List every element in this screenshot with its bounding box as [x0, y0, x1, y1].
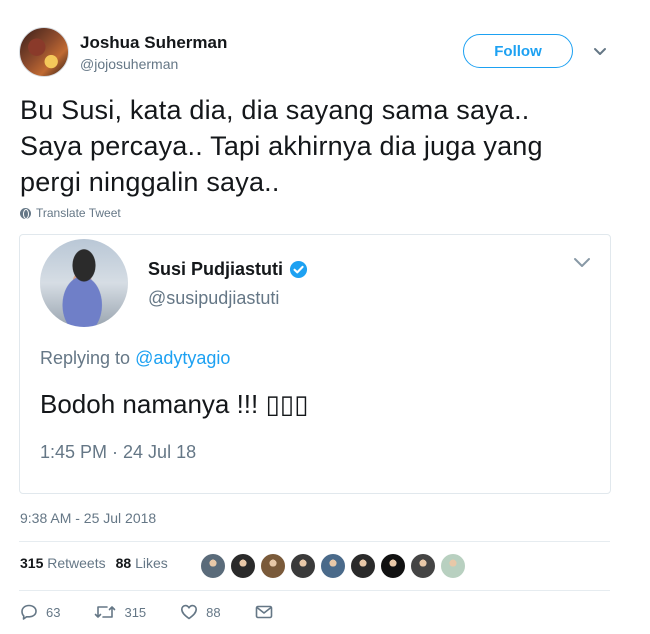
- likes-count: 88: [115, 555, 132, 571]
- liker-avatar[interactable]: [260, 553, 286, 579]
- tweet-text: Bu Susi, kata dia, dia sayang sama saya.…: [20, 92, 620, 200]
- liker-avatar[interactable]: [380, 553, 406, 579]
- quoted-tweet[interactable]: Susi Pudjiastuti @susipudjiastuti Replyi…: [19, 234, 611, 494]
- replying-to: Replying to @adytyagio: [40, 348, 230, 369]
- liker-avatar[interactable]: [200, 553, 226, 579]
- reply-count: 63: [46, 604, 61, 620]
- quoted-text: Bodoh namanya !!! ▯▯▯: [40, 389, 309, 419]
- liker-avatar[interactable]: [350, 553, 376, 579]
- author-handle[interactable]: @jojosuherman: [80, 56, 178, 72]
- liker-avatars: [200, 553, 466, 579]
- chevron-down-icon[interactable]: [592, 44, 608, 60]
- liker-avatar[interactable]: [440, 553, 466, 579]
- chevron-down-icon[interactable]: [572, 255, 592, 271]
- quoted-handle[interactable]: @susipudjiastuti: [148, 288, 279, 309]
- translate-tweet-link[interactable]: Translate Tweet: [20, 206, 121, 220]
- like-count: 88: [206, 604, 221, 620]
- replying-prefix: Replying to: [40, 348, 131, 368]
- liker-avatar[interactable]: [230, 553, 256, 579]
- tweet-line: Saya percaya.. Tapi akhirnya dia juga ya…: [20, 131, 543, 161]
- retweets-label: Retweets: [47, 555, 106, 571]
- author-avatar[interactable]: [19, 27, 69, 77]
- quoted-name-row[interactable]: Susi Pudjiastuti: [148, 259, 308, 280]
- tweet-line: pergi ninggalin saya..: [20, 167, 280, 197]
- quoted-avatar[interactable]: [40, 239, 128, 327]
- likes-label: Likes: [135, 555, 168, 571]
- heart-icon: [181, 604, 198, 620]
- retweet-count: 315: [124, 604, 147, 620]
- reply-icon: [21, 604, 37, 620]
- liker-avatar[interactable]: [320, 553, 346, 579]
- engagement-stats: 315 Retweets 88 Likes: [20, 555, 168, 571]
- retweets-stat[interactable]: 315 Retweets: [20, 555, 106, 571]
- action-bar: 63 315 88: [20, 603, 307, 621]
- quoted-time[interactable]: 1:45 PM · 24 Jul 18: [40, 442, 196, 463]
- reply-button[interactable]: 63: [20, 603, 60, 621]
- mention-link[interactable]: @adytyagio: [135, 348, 230, 368]
- follow-button[interactable]: Follow: [463, 34, 573, 68]
- quoted-name: Susi Pudjiastuti: [148, 259, 284, 279]
- liker-avatar[interactable]: [290, 553, 316, 579]
- envelope-icon: [255, 605, 272, 619]
- divider: [19, 541, 610, 542]
- tweet-line: Bu Susi, kata dia, dia sayang sama saya.…: [20, 95, 530, 125]
- like-button[interactable]: 88: [180, 603, 221, 621]
- retweet-icon: [95, 606, 116, 618]
- direct-message-button[interactable]: [255, 604, 273, 620]
- divider: [19, 590, 610, 591]
- likes-stat[interactable]: 88 Likes: [116, 555, 168, 571]
- liker-avatar[interactable]: [410, 553, 436, 579]
- retweet-button[interactable]: 315: [94, 603, 146, 621]
- author-name[interactable]: Joshua Suherman: [80, 33, 227, 53]
- globe-icon: [20, 207, 31, 219]
- tweet-timestamp[interactable]: 9:38 AM - 25 Jul 2018: [20, 510, 156, 526]
- retweets-count: 315: [20, 555, 44, 571]
- verified-badge-icon: [289, 260, 308, 279]
- translate-label: Translate Tweet: [36, 206, 121, 220]
